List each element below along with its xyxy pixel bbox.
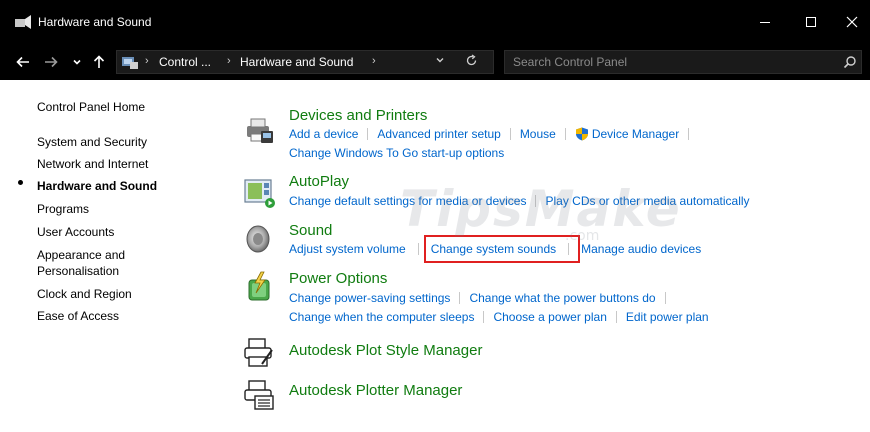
minimize-button[interactable] [742, 0, 788, 44]
plot-style-manager-icon [244, 338, 273, 367]
search-icon[interactable] [843, 55, 857, 69]
breadcrumb-control-panel[interactable]: Control ... [159, 55, 211, 69]
sidebar-item-control-panel-home[interactable]: Control Panel Home [37, 100, 145, 114]
search-box[interactable] [504, 50, 862, 74]
power-options-icon [248, 271, 270, 301]
chevron-down-icon [436, 58, 444, 63]
link-divider [535, 195, 537, 207]
change-default-settings-link[interactable]: Change default settings for media or dev… [289, 194, 526, 208]
power-links-row: Change power-saving settings Change what… [289, 291, 675, 305]
breadcrumb-hardware-and-sound[interactable]: Hardware and Sound [240, 55, 353, 69]
sidebar-item-user-accounts[interactable]: User Accounts [37, 225, 114, 239]
devices-links-row: Add a device Advanced printer setup Mous… [289, 127, 698, 141]
active-item-bullet [18, 180, 23, 185]
window-title: Hardware and Sound [38, 15, 152, 29]
refresh-button[interactable] [465, 54, 478, 70]
breadcrumb-separator[interactable]: › [227, 55, 231, 67]
hardware-and-sound-icon [15, 15, 31, 29]
sidebar-item-personalisation[interactable]: Personalisation [37, 264, 119, 278]
forward-button[interactable] [42, 54, 60, 70]
sidebar-item-system-and-security[interactable]: System and Security [37, 135, 147, 149]
mouse-link[interactable]: Mouse [520, 127, 556, 141]
change-computer-sleeps-link[interactable]: Change when the computer sleeps [289, 310, 474, 324]
advanced-printer-setup-link[interactable]: Advanced printer setup [377, 127, 500, 141]
category-autodesk-plot-style-manager[interactable]: Autodesk Plot Style Manager [289, 342, 482, 359]
autoplay-links-row: Change default settings for media or dev… [289, 194, 750, 208]
maximize-button[interactable] [788, 0, 834, 44]
change-power-saving-settings-link[interactable]: Change power-saving settings [289, 291, 450, 305]
sidebar-item-programs[interactable]: Programs [37, 202, 89, 216]
breadcrumb-separator[interactable]: › [372, 55, 376, 67]
device-manager-link[interactable]: Device Manager [592, 127, 679, 141]
link-divider [615, 311, 617, 323]
change-windows-to-go-link[interactable]: Change Windows To Go start-up options [289, 146, 504, 160]
sidebar-item-network-and-internet[interactable]: Network and Internet [37, 157, 148, 171]
highlight-box [424, 235, 580, 263]
back-arrow-icon [16, 56, 29, 68]
link-divider [509, 128, 511, 140]
choose-power-plan-link[interactable]: Choose a power plan [493, 310, 606, 324]
breadcrumb-separator: › [145, 55, 149, 67]
control-panel-icon [122, 57, 138, 69]
category-power-options[interactable]: Power Options [289, 270, 387, 287]
minimize-icon [760, 22, 770, 23]
sidebar-item-appearance[interactable]: Appearance and [37, 248, 125, 262]
chevron-down-icon [73, 59, 81, 65]
link-divider [664, 292, 666, 304]
up-arrow-icon [93, 55, 105, 68]
category-autodesk-plotter-manager[interactable]: Autodesk Plotter Manager [289, 382, 462, 399]
category-devices-and-printers[interactable]: Devices and Printers [289, 107, 427, 124]
sidebar-item-ease-of-access[interactable]: Ease of Access [37, 309, 119, 323]
link-divider [483, 311, 485, 323]
printer-icon [247, 118, 273, 143]
plotter-manager-icon [244, 380, 274, 410]
sidebar-item-hardware-and-sound[interactable]: Hardware and Sound [37, 179, 157, 193]
maximize-icon [806, 17, 816, 27]
manage-audio-devices-link[interactable]: Manage audio devices [581, 242, 701, 256]
title-bar: Hardware and Sound [0, 0, 870, 44]
close-icon [846, 16, 858, 28]
devices-links-row-2: Change Windows To Go start-up options [289, 146, 504, 160]
up-button[interactable] [91, 54, 107, 70]
change-power-buttons-link[interactable]: Change what the power buttons do [469, 291, 655, 305]
sidebar: Control Panel Home System and Security N… [0, 80, 225, 432]
speaker-icon [246, 225, 270, 253]
close-button[interactable] [834, 0, 870, 44]
link-divider [367, 128, 369, 140]
adjust-system-volume-link[interactable]: Adjust system volume [289, 242, 406, 256]
add-a-device-link[interactable]: Add a device [289, 127, 358, 141]
watermark: TipsMake [400, 180, 682, 238]
category-autoplay[interactable]: AutoPlay [289, 173, 349, 190]
link-divider [564, 128, 566, 140]
address-box[interactable]: › Control ... › Hardware and Sound › [116, 50, 494, 74]
back-button[interactable] [14, 54, 32, 70]
shield-icon [575, 127, 588, 141]
edit-power-plan-link[interactable]: Edit power plan [626, 310, 709, 324]
main-content: Devices and Printers Add a device Advanc… [225, 80, 870, 432]
recent-locations-button[interactable] [70, 54, 84, 70]
search-input[interactable] [513, 54, 823, 70]
refresh-icon [466, 54, 477, 66]
link-divider [688, 128, 690, 140]
link-divider [459, 292, 461, 304]
address-dropdown-button[interactable] [435, 55, 445, 68]
category-sound[interactable]: Sound [289, 222, 332, 239]
address-bar-row: › Control ... › Hardware and Sound › [0, 44, 870, 80]
autoplay-icon [244, 179, 275, 208]
play-cds-link[interactable]: Play CDs or other media automatically [545, 194, 749, 208]
forward-arrow-icon [45, 56, 58, 68]
power-links-row-2: Change when the computer sleeps Choose a… [289, 310, 709, 324]
sidebar-item-clock-and-region[interactable]: Clock and Region [37, 287, 132, 301]
link-divider [417, 243, 419, 255]
